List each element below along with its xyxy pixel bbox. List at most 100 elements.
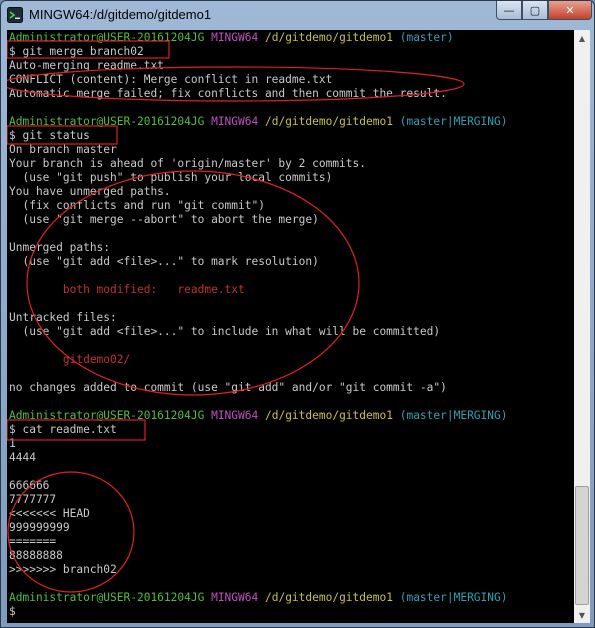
terminal-line: <<<<<<< HEAD bbox=[9, 507, 508, 521]
terminal-line: no changes added to commit (use "git add… bbox=[9, 381, 508, 395]
terminal-text-segment: (master) bbox=[399, 31, 454, 44]
terminal-line: (use "git merge --abort" to abort the me… bbox=[9, 213, 508, 227]
terminal-text-segment: (use "git add <file>..." to mark resolut… bbox=[9, 255, 319, 268]
terminal-text-segment: Administrator@USER-20161204JG bbox=[9, 591, 205, 604]
terminal-text-segment: (master|MERGING) bbox=[399, 115, 508, 128]
terminal-window: MINGW64:/d/gitdemo/gitdemo1 — ▢ ✕ Admini… bbox=[0, 0, 595, 628]
terminal-line: Administrator@USER-20161204JG MINGW64 /d… bbox=[9, 591, 508, 605]
terminal-area[interactable]: Administrator@USER-20161204JG MINGW64 /d… bbox=[7, 30, 590, 623]
terminal-line: 88888888 bbox=[9, 549, 508, 563]
close-button[interactable]: ✕ bbox=[548, 1, 592, 20]
terminal-line: CONFLICT (content): Merge conflict in re… bbox=[9, 73, 508, 87]
terminal-line: 666666 bbox=[9, 479, 508, 493]
terminal-text-segment: /d/gitdemo/gitdemo1 bbox=[264, 591, 393, 604]
terminal-text-segment: Administrator@USER-20161204JG bbox=[9, 409, 205, 422]
minimize-button[interactable]: — bbox=[496, 1, 522, 20]
terminal-text-segment: 1 bbox=[9, 437, 16, 450]
terminal-line: You have unmerged paths. bbox=[9, 185, 508, 199]
terminal-text-segment: (fix conflicts and run "git commit") bbox=[9, 199, 265, 212]
close-icon: ✕ bbox=[565, 3, 575, 17]
terminal-line: On branch master bbox=[9, 143, 508, 157]
terminal-line: Auto-merging readme.txt bbox=[9, 59, 508, 73]
terminal-line: 999999999 bbox=[9, 521, 508, 535]
terminal-text-segment: $ cat readme.txt bbox=[9, 423, 117, 436]
terminal-text-segment: 999999999 bbox=[9, 521, 70, 534]
terminal-text-segment: MINGW64 bbox=[211, 31, 259, 44]
terminal-text-segment: Administrator@USER-20161204JG bbox=[9, 115, 205, 128]
terminal-line: gitdemo02/ bbox=[9, 353, 508, 367]
terminal-text-segment: ======= bbox=[9, 535, 57, 548]
terminal-line: $ git status bbox=[9, 129, 508, 143]
scrollbar-thumb[interactable] bbox=[575, 486, 589, 605]
maximize-button[interactable]: ▢ bbox=[522, 1, 548, 20]
terminal-text-segment: (master|MERGING) bbox=[399, 591, 508, 604]
terminal-line: 4444 bbox=[9, 451, 508, 465]
terminal-text-segment: >>>>>>> branch02 bbox=[9, 563, 117, 576]
terminal-text-segment: On branch master bbox=[9, 143, 117, 156]
terminal-line: Administrator@USER-20161204JG MINGW64 /d… bbox=[9, 115, 508, 129]
terminal-text-segment: $ git merge branch02 bbox=[9, 45, 144, 58]
terminal-text-segment: /d/gitdemo/gitdemo1 bbox=[264, 31, 393, 44]
terminal-line: $ git merge branch02 bbox=[9, 45, 508, 59]
terminal-text-segment: $ git status bbox=[9, 129, 90, 142]
terminal-text-segment: Untracked files: bbox=[9, 311, 117, 324]
scroll-down-button[interactable]: ▼ bbox=[574, 607, 590, 623]
terminal-text-segment: 666666 bbox=[9, 479, 50, 492]
terminal-line: Unmerged paths: bbox=[9, 241, 508, 255]
terminal-text-segment: /d/gitdemo/gitdemo1 bbox=[264, 115, 393, 128]
terminal-text-segment: <<<<<<< HEAD bbox=[9, 507, 90, 520]
terminal-text-segment: MINGW64 bbox=[211, 409, 259, 422]
terminal-text-segment: (master|MERGING) bbox=[399, 409, 508, 422]
window-title: MINGW64:/d/gitdemo/gitdemo1 bbox=[29, 7, 212, 22]
terminal-output: Administrator@USER-20161204JG MINGW64 /d… bbox=[9, 31, 508, 619]
terminal-text-segment: no changes added to commit (use "git add… bbox=[9, 381, 447, 394]
terminal-text-segment: 4444 bbox=[9, 451, 36, 464]
terminal-text-segment: /d/gitdemo/gitdemo1 bbox=[264, 409, 393, 422]
terminal-text-segment: Your branch is ahead of 'origin/master' … bbox=[9, 157, 366, 170]
scroll-up-icon: ▲ bbox=[578, 33, 586, 43]
terminal-text-segment: (use "git push" to publish your local co… bbox=[9, 171, 333, 184]
terminal-text-segment: 7777777 bbox=[9, 493, 57, 506]
terminal-text-segment: Administrator@USER-20161204JG bbox=[9, 31, 205, 44]
terminal-text-segment: Auto-merging readme.txt bbox=[9, 59, 164, 72]
terminal-line: 1 bbox=[9, 437, 508, 451]
terminal-text-segment: gitdemo02/ bbox=[9, 353, 131, 366]
mingw-app-icon bbox=[7, 7, 23, 23]
maximize-icon: ▢ bbox=[529, 3, 541, 17]
title-bar[interactable]: MINGW64:/d/gitdemo/gitdemo1 — ▢ ✕ bbox=[1, 1, 594, 29]
scroll-up-button[interactable]: ▲ bbox=[574, 30, 590, 46]
scroll-down-icon: ▼ bbox=[578, 610, 586, 620]
minimize-icon: — bbox=[503, 3, 515, 17]
terminal-text-segment: Automatic merge failed; fix conflicts an… bbox=[9, 87, 447, 100]
terminal-line: Administrator@USER-20161204JG MINGW64 /d… bbox=[9, 31, 508, 45]
terminal-line: Your branch is ahead of 'origin/master' … bbox=[9, 157, 508, 171]
terminal-line: both modified: readme.txt bbox=[9, 283, 508, 297]
terminal-line: $ cat readme.txt bbox=[9, 423, 508, 437]
terminal-text-segment: You have unmerged paths. bbox=[9, 185, 171, 198]
terminal-text-segment: CONFLICT (content): Merge conflict in re… bbox=[9, 73, 333, 86]
terminal-line: Automatic merge failed; fix conflicts an… bbox=[9, 87, 508, 101]
terminal-text-segment: 88888888 bbox=[9, 549, 63, 562]
terminal-line: 7777777 bbox=[9, 493, 508, 507]
terminal-line: $ bbox=[9, 605, 508, 619]
terminal-text-segment: Unmerged paths: bbox=[9, 241, 111, 254]
terminal-line: (use "git push" to publish your local co… bbox=[9, 171, 508, 185]
terminal-text-segment: $ bbox=[9, 605, 23, 618]
terminal-text-segment: both modified: readme.txt bbox=[9, 283, 245, 296]
vertical-scrollbar[interactable]: ▲ ▼ bbox=[574, 30, 590, 623]
terminal-text-segment: MINGW64 bbox=[211, 591, 259, 604]
